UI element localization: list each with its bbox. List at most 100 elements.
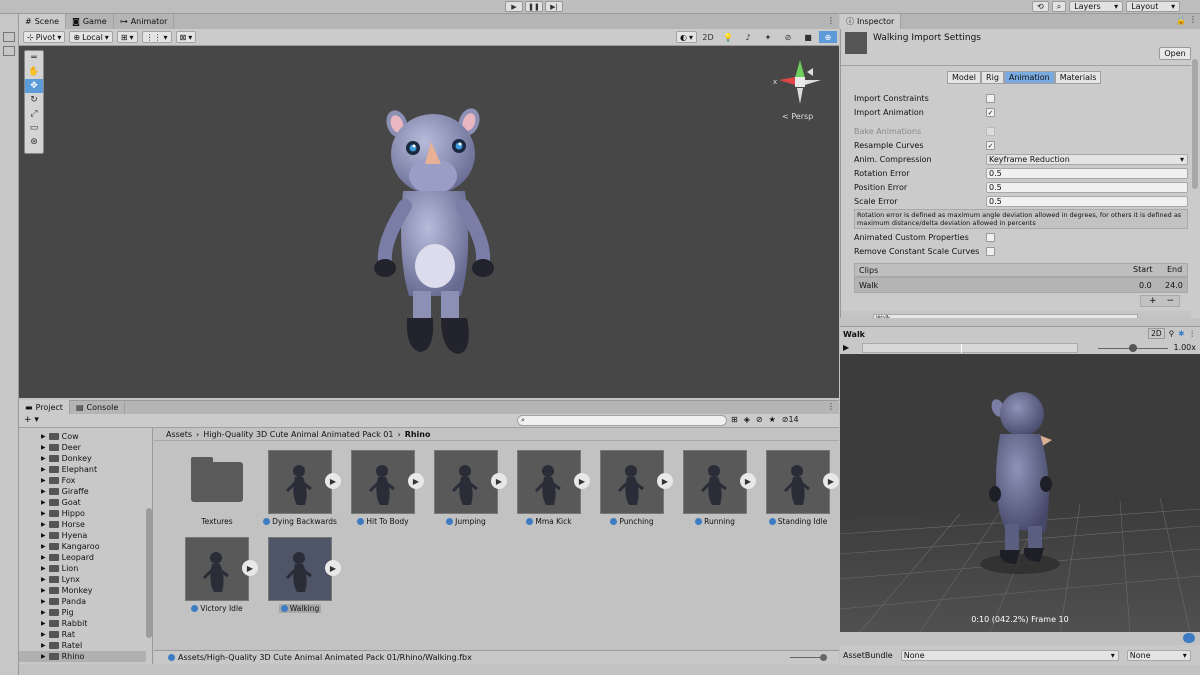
asset-item[interactable]: ▶ Mma Kick [510, 450, 590, 536]
chevron-right-icon[interactable]: ▶ [41, 455, 46, 462]
tab-project[interactable]: ▬ Project [19, 400, 70, 415]
tree-item[interactable]: ▶ Fox [19, 475, 152, 486]
asset-item[interactable]: ▶ Dying Backwards [261, 450, 341, 536]
tree-item[interactable]: ▶ Rhino [19, 651, 152, 662]
visibility-icon[interactable]: ⊘ [756, 415, 763, 424]
favorite-icon[interactable]: ★ [769, 415, 776, 424]
toggle-2d-button[interactable]: 2D [1148, 328, 1165, 339]
chevron-right-icon[interactable]: ▶ [41, 642, 46, 649]
orientation-gizmo[interactable]: x [767, 58, 827, 108]
increment-snap-dropdown[interactable]: ⋮⋮ ▾ [141, 31, 172, 43]
scene-view[interactable]: ═ ✋ ✥ ↻ ⤢ ▭ ⊛ x < Persp [19, 46, 839, 398]
overlay-icon[interactable] [3, 46, 15, 56]
tab-inspector[interactable]: ⓘ Inspector [840, 14, 902, 29]
asset-item[interactable]: ▶ Walking [261, 537, 341, 623]
subtab-rig[interactable]: Rig [981, 71, 1004, 84]
chevron-right-icon[interactable]: ▶ [41, 609, 46, 616]
gizmos-icon[interactable]: ⊕ [819, 31, 837, 43]
tree-item[interactable]: ▶ Leopard [19, 552, 152, 563]
subtab-model[interactable]: Model [947, 71, 982, 84]
tree-item[interactable]: ▶ Hippo [19, 508, 152, 519]
tree-item[interactable]: ▶ Kangaroo [19, 541, 152, 552]
chevron-right-icon[interactable]: ▶ [41, 631, 46, 638]
tree-item[interactable]: ▶ Rabbit [19, 618, 152, 629]
preview-play-button[interactable]: ▶ [843, 343, 849, 352]
chevron-right-icon[interactable]: ▶ [41, 499, 46, 506]
move-tool-icon[interactable]: ✥ [25, 79, 43, 93]
breadcrumb-item[interactable]: Rhino [405, 430, 431, 439]
chevron-right-icon[interactable]: ▶ [41, 653, 46, 660]
add-asset-button[interactable]: + ▾ [24, 415, 39, 425]
resample-curves-checkbox[interactable]: ✓ [986, 141, 995, 150]
search-input[interactable]: ⌕ [517, 415, 727, 426]
lock-icon[interactable]: 🔒 [1176, 16, 1186, 25]
persp-label[interactable]: < Persp [782, 112, 813, 121]
kebab-menu-icon[interactable]: ⋮ [827, 16, 835, 25]
chevron-right-icon[interactable]: ▶ [41, 565, 46, 572]
tree-item[interactable]: ▶ Ratel [19, 640, 152, 651]
tree-item[interactable]: ▶ Donkey [19, 453, 152, 464]
subtab-materials[interactable]: Materials [1054, 71, 1102, 84]
remove-clip-button[interactable]: − [1167, 296, 1175, 306]
scale-error-input[interactable]: 0.5 [986, 196, 1188, 207]
speed-slider-thumb[interactable] [1129, 344, 1137, 352]
preview-timeline[interactable] [862, 343, 1078, 353]
pivot-icon[interactable]: ✱ [1178, 329, 1184, 338]
grid-visibility-dropdown[interactable]: ⊠ ▾ [175, 31, 197, 43]
animation-preview-viewport[interactable]: 0:10 (042.2%) Frame 10 [840, 354, 1200, 632]
effects-icon[interactable]: ✦ [759, 31, 777, 43]
asset-item[interactable]: ▶ Jumping [427, 450, 507, 536]
chevron-right-icon[interactable]: ▶ [41, 477, 46, 484]
grid-snap-dropdown[interactable]: ⊞ ▾ [116, 31, 138, 43]
scale-tool-icon[interactable]: ⤢ [25, 107, 43, 121]
avatar-icon[interactable]: ⚲ [1169, 329, 1175, 338]
remove-constant-scale-curves-checkbox[interactable] [986, 247, 995, 256]
filter-by-type-icon[interactable]: ⊞ [731, 415, 738, 424]
anim-compression-dropdown[interactable]: Keyframe Reduction ▾ [986, 154, 1188, 165]
rhino-model[interactable] [369, 106, 519, 366]
import-animation-checkbox[interactable]: ✓ [986, 108, 995, 117]
tree-item[interactable]: ▶ Elephant [19, 464, 152, 475]
tree-item[interactable]: ▶ Deer [19, 442, 152, 453]
chevron-right-icon[interactable]: ▶ [41, 598, 46, 605]
history-icon[interactable]: ⟲ [1032, 1, 1049, 12]
chevron-right-icon[interactable]: ▶ [41, 433, 46, 440]
tree-item[interactable]: ▶ Hyena [19, 530, 152, 541]
kebab-menu-icon[interactable]: ⋮ [1189, 15, 1197, 24]
pivot-dropdown[interactable]: ⊹ Pivot ▾ [23, 31, 66, 43]
audio-icon[interactable]: ♪ [739, 31, 757, 43]
tree-item[interactable]: ▶ Goat [19, 497, 152, 508]
tree-scrollbar[interactable] [146, 428, 152, 664]
zoom-slider-thumb[interactable] [820, 654, 827, 661]
kebab-menu-icon[interactable]: ⋮ [827, 402, 835, 411]
clip-name-field[interactable]: Walk [873, 314, 1138, 318]
tab-scene[interactable]: # Scene [19, 14, 67, 29]
breadcrumb-item[interactable]: Assets [166, 430, 192, 439]
tree-item[interactable]: ▶ Monkey [19, 585, 152, 596]
play-icon[interactable]: ▶ [491, 473, 507, 489]
timeline-playhead[interactable] [961, 344, 962, 353]
lighting-icon[interactable]: 💡 [719, 31, 737, 43]
import-constraints-checkbox[interactable] [986, 94, 995, 103]
play-icon[interactable]: ▶ [657, 473, 673, 489]
open-button[interactable]: Open [1159, 47, 1191, 60]
draw-mode-dropdown[interactable]: ◐ ▾ [676, 31, 697, 43]
assetbundle-variant-dropdown[interactable]: None ▾ [1126, 649, 1191, 661]
tab-console[interactable]: ▤ Console [70, 400, 126, 415]
chevron-right-icon[interactable]: ▶ [41, 554, 46, 561]
chevron-right-icon[interactable]: ▶ [41, 587, 46, 594]
asset-item[interactable]: ▶ Running [676, 450, 756, 536]
chevron-right-icon[interactable]: ▶ [41, 488, 46, 495]
preview-label-icon[interactable] [1183, 633, 1195, 643]
layout-dropdown[interactable]: Layout ▾ [1126, 1, 1181, 12]
chevron-right-icon[interactable]: ▶ [41, 576, 46, 583]
tree-item[interactable]: ▶ Lynx [19, 574, 152, 585]
scrollbar-thumb[interactable] [146, 508, 152, 638]
layers-dropdown[interactable]: Layers ▾ [1069, 1, 1124, 12]
local-dropdown[interactable]: ⊕ Local ▾ [69, 31, 113, 43]
tab-game[interactable]: ◙ Game [66, 14, 114, 29]
play-icon[interactable]: ▶ [740, 473, 756, 489]
asset-item[interactable]: ▶ Standing Idle [759, 450, 839, 536]
chevron-right-icon[interactable]: ▶ [41, 444, 46, 451]
play-icon[interactable]: ▶ [325, 560, 341, 576]
